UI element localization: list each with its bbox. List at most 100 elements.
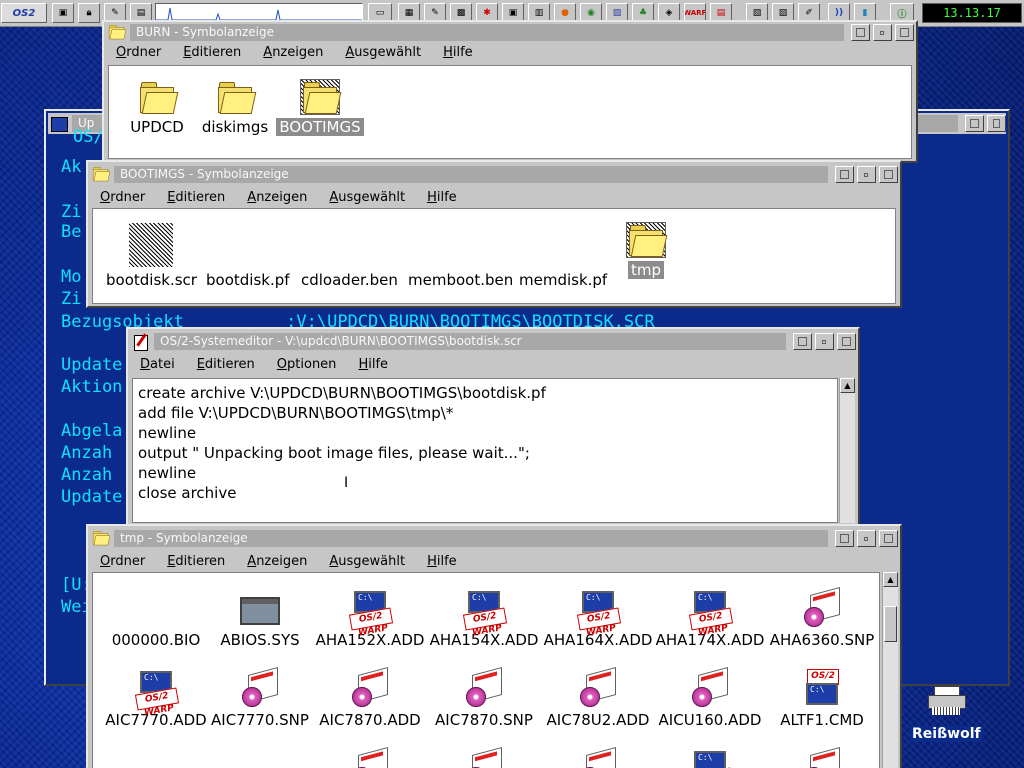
burn-titlebar[interactable]: BURN - Symbolanzeige [106, 22, 914, 43]
tmp-file-item[interactable]: C:\ OS/2 WARP AHA154X.ADD [429, 589, 539, 649]
tmp-file-item[interactable]: AIC7870.ADD [315, 666, 425, 729]
minimize-button[interactable] [857, 166, 876, 183]
hide-button[interactable] [851, 24, 870, 41]
menu-item-editieren[interactable]: Editieren [197, 357, 255, 372]
maximize-button[interactable] [879, 530, 898, 547]
console-line: Mo [61, 267, 82, 287]
tmp-file-item[interactable]: AIC78U2.ADD [543, 666, 653, 729]
menu-item-hilfe[interactable]: Hilfe [427, 554, 457, 569]
file-label: memdisk.pf [519, 271, 608, 289]
cmd-file-icon: OS/2 C:\ [802, 669, 842, 709]
tmp-file-item[interactable]: C:\OS/2 WARP [655, 749, 765, 768]
minimize-button[interactable] [815, 333, 834, 350]
tmp-file-item[interactable] [543, 746, 653, 768]
hide-button[interactable] [835, 530, 854, 547]
editor-menubar: Datei Editieren Optionen Hilfe [130, 354, 856, 374]
scroll-up-button[interactable]: ▲ [883, 572, 898, 587]
burn-menubar: Ordner Editieren Anzeigen Ausgewählt Hilfe [106, 42, 914, 62]
os2-warp-file-icon: C:\OS/2 WARP [462, 589, 508, 638]
window-list-icon[interactable]: ▣ [52, 3, 74, 23]
tmp-file-item[interactable]: OS/2 C:\ ALTF1.CMD [767, 669, 877, 729]
hide-button[interactable] [793, 333, 812, 350]
menu-item-hilfe[interactable]: Hilfe [443, 45, 473, 60]
tmp-file-item[interactable]: AIC7870.SNP [429, 666, 539, 729]
folder-tmp[interactable]: tmp [621, 222, 671, 279]
scroll-up-button[interactable]: ▲ [840, 378, 855, 393]
restore-button[interactable] [965, 115, 984, 132]
file-cdloader-ben[interactable]: cdloader.ben [298, 267, 401, 289]
folder-diskimgs[interactable]: diskimgs [197, 80, 273, 136]
maximize-button[interactable] [879, 166, 898, 183]
tmp-file-item[interactable]: C:\ OS/2 WARP AHA152X.ADD [315, 589, 425, 649]
hide-button[interactable] [835, 166, 854, 183]
menu-item-ausgewählt[interactable]: Ausgewählt [345, 45, 421, 60]
menu-item-editieren[interactable]: Editieren [183, 45, 241, 60]
menu-item-ausgewählt[interactable]: Ausgewählt [329, 554, 405, 569]
tmp-folder-window[interactable]: tmp - Symbolanzeige Ordner Editieren Anzei… [86, 524, 902, 768]
tmp-file-item[interactable]: ABIOS.SYS [205, 589, 315, 649]
maximize-button[interactable] [987, 115, 1006, 132]
menu-item-datei[interactable]: Datei [140, 357, 175, 372]
tmp-file-item[interactable] [429, 746, 539, 768]
file-label: ABIOS.SYS [220, 631, 300, 649]
tmp-file-item[interactable]: 000000.BIO [101, 589, 211, 649]
tmp-file-item[interactable]: AIC7770.SNP [205, 666, 315, 729]
bootimgs-titlebar[interactable]: BOOTIMGS - Symbolanzeige [90, 164, 898, 185]
menu-item-ordner[interactable]: Ordner [100, 554, 145, 569]
tmp-titlebar[interactable]: tmp - Symbolanzeige [90, 528, 898, 549]
menu-item-editieren[interactable]: Editieren [167, 190, 225, 205]
menu-item-ordner[interactable]: Ordner [100, 190, 145, 205]
tmp-file-item[interactable]: C:\ OS/2 WARP AHA174X.ADD [655, 589, 765, 649]
file-label: AIC78U2.ADD [546, 711, 650, 729]
editor-scrollbar[interactable]: ▲ [839, 378, 855, 523]
menu-item-hilfe[interactable]: Hilfe [427, 190, 457, 205]
os2-warp-file-icon: C:\OS/2 WARP [134, 669, 180, 718]
burn-icon-pane: UPDCD diskimgs BOOTIMGS [108, 65, 912, 159]
shredder-icon [928, 686, 966, 716]
file-memdisk-pf[interactable]: memdisk.pf [516, 267, 610, 289]
system-editor-window[interactable]: OS/2-Systemeditor - V:\updcd\BURN\BOOTIM… [126, 327, 860, 527]
menu-item-anzeigen[interactable]: Anzeigen [263, 45, 323, 60]
editor-titlebar[interactable]: OS/2-Systemeditor - V:\updcd\BURN\BOOTIM… [130, 331, 856, 352]
burn-folder-window[interactable]: BURN - Symbolanzeige Ordner Editieren Anze… [102, 20, 918, 163]
editor-textarea[interactable]: create archive V:\UPDCD\BURN\BOOTIMGS\bo… [132, 378, 838, 523]
menu-item-anzeigen[interactable]: Anzeigen [247, 190, 307, 205]
tmp-file-item[interactable]: AHA6360.SNP [767, 586, 877, 649]
console-line: Update [61, 355, 123, 375]
menu-item-optionen[interactable]: Optionen [277, 357, 337, 372]
tmp-file-item[interactable]: AICU160.ADD [655, 666, 765, 729]
menu-item-ordner[interactable]: Ordner [116, 45, 161, 60]
minimize-button[interactable] [857, 530, 876, 547]
package-file-icon [240, 666, 280, 709]
tmp-file-item[interactable]: C:\ OS/2 WARP AHA164X.ADD [543, 589, 653, 649]
lock-icon[interactable]: 🔒︎ [78, 3, 100, 23]
package-file-icon [350, 666, 390, 709]
package-file-icon [350, 746, 390, 768]
scroll-thumb[interactable] [884, 606, 897, 642]
menu-item-editieren[interactable]: Editieren [167, 554, 225, 569]
menu-item-ausgewählt[interactable]: Ausgewählt [329, 190, 405, 205]
bootimgs-folder-window[interactable]: BOOTIMGS - Symbolanzeige Ordner Editieren… [86, 160, 902, 308]
file-memboot-ben[interactable]: memboot.ben [405, 267, 516, 289]
console-line: Update [61, 487, 123, 507]
file-label: AHA6360.SNP [769, 631, 875, 649]
tmp-file-item[interactable] [315, 746, 425, 768]
file-label: bootdisk.scr [106, 271, 197, 289]
file-bootdisk-pf[interactable]: bootdisk.pf [203, 267, 293, 289]
menu-item-anzeigen[interactable]: Anzeigen [247, 554, 307, 569]
folder-updcd[interactable]: UPDCD [119, 80, 195, 136]
os2-logo-button[interactable]: OS2 [1, 3, 47, 23]
file-bootdisk-scr[interactable]: bootdisk.scr [103, 223, 200, 289]
folder-bootimgs[interactable]: BOOTIMGS [275, 79, 365, 136]
tmp-scrollbar[interactable]: ▲ [882, 572, 898, 768]
maximize-button[interactable] [837, 333, 856, 350]
tmp-file-item[interactable]: C:\ OS/2 WARP AIC7770.ADD [101, 669, 211, 729]
bootimgs-title: BOOTIMGS - Symbolanzeige [114, 166, 828, 183]
shredder-desktop-icon[interactable]: Reißwolf [910, 686, 984, 746]
tmp-file-item[interactable] [767, 746, 877, 768]
minimize-button[interactable] [873, 24, 892, 41]
menu-item-hilfe[interactable]: Hilfe [358, 357, 388, 372]
console-line: OS/ [73, 127, 104, 147]
file-label: 000000.BIO [111, 631, 201, 649]
maximize-button[interactable] [895, 24, 914, 41]
